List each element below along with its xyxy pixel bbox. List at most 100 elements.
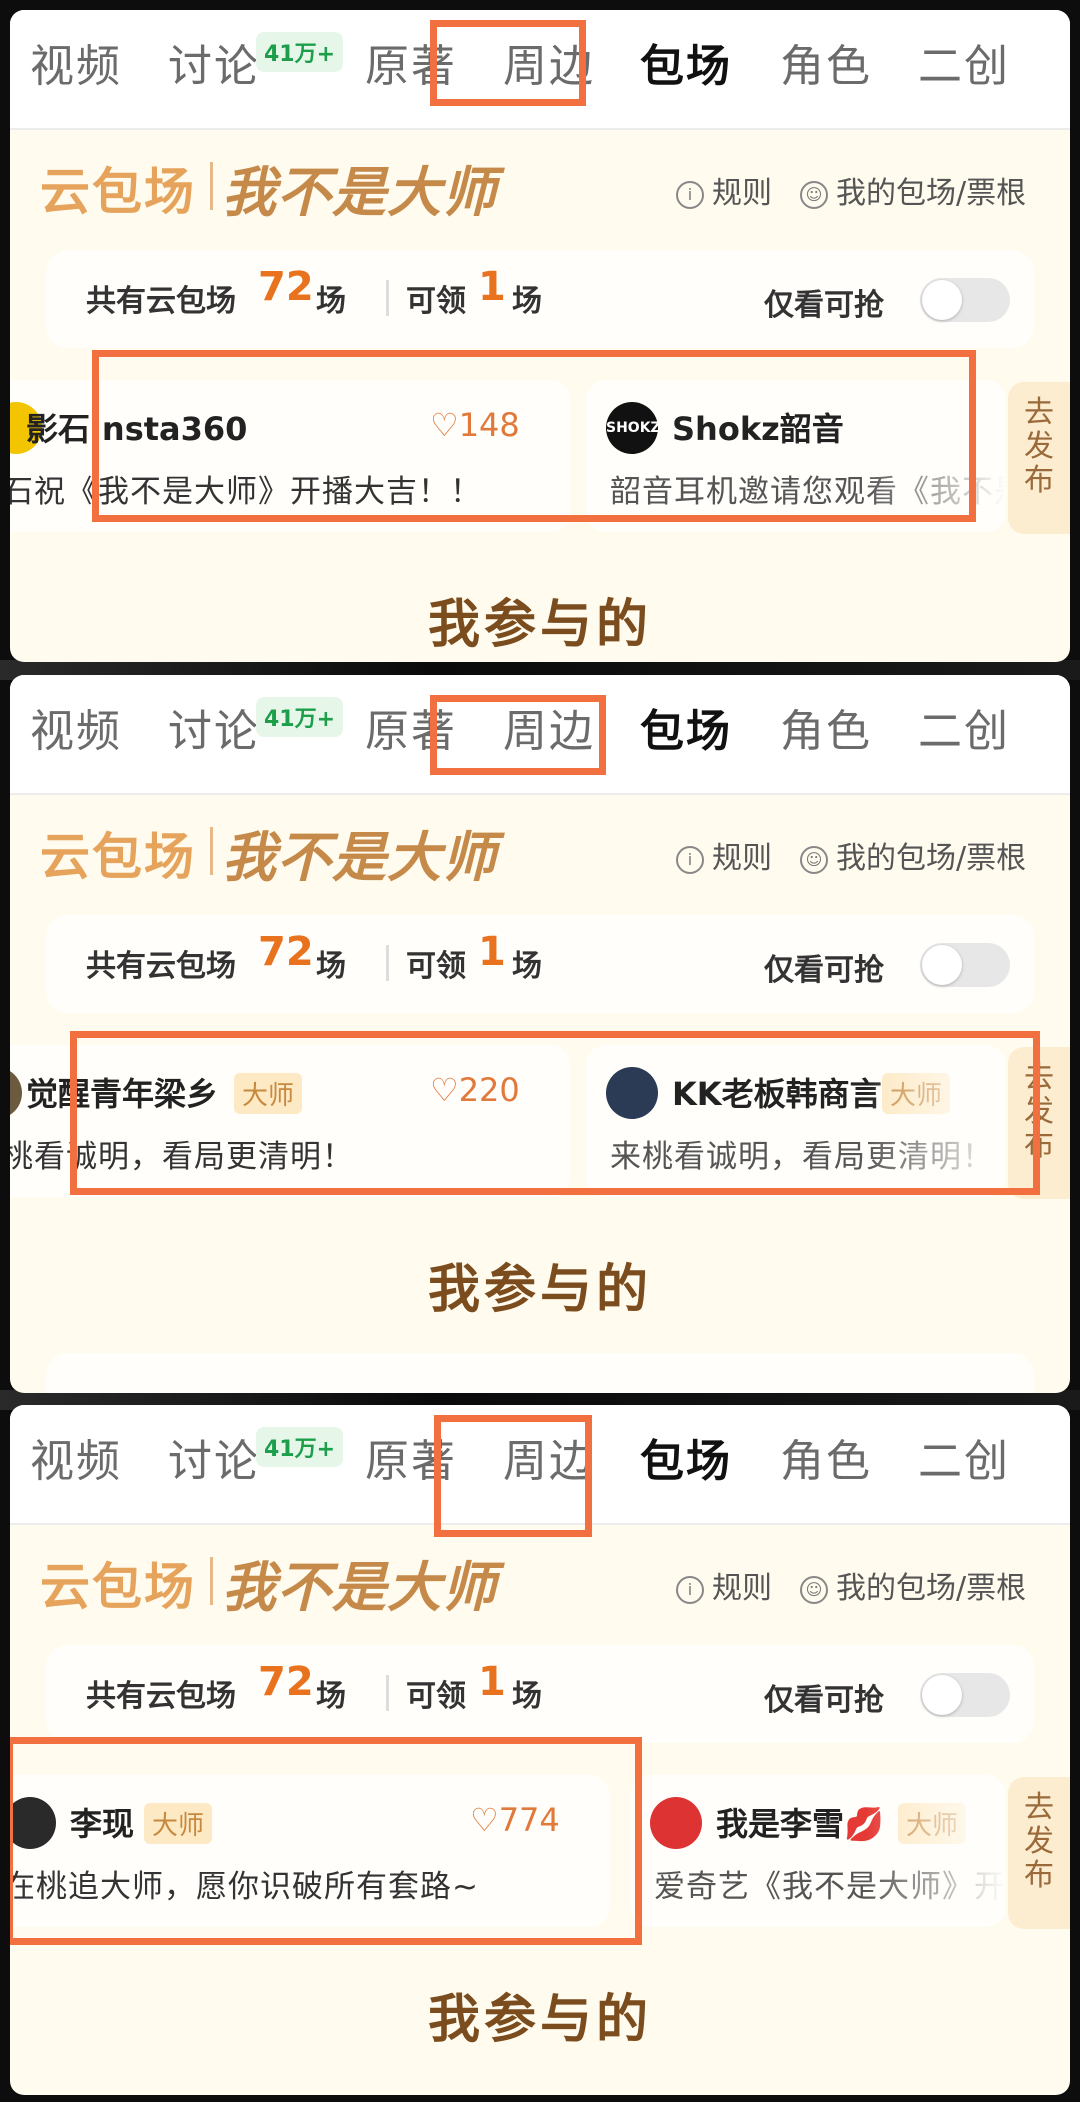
- tab-characters[interactable]: 角色: [780, 1425, 872, 1489]
- my-screenings-link[interactable]: ☺ 我的包场/票根: [800, 168, 1026, 212]
- summary-bar: 共有云包场 72 场 可领 1 场 仅看可抢: [46, 250, 1034, 348]
- tab-characters[interactable]: 角色: [780, 30, 872, 94]
- total-label: 共有云包场: [86, 1679, 236, 1714]
- filter-label: 仅看可抢: [764, 288, 884, 323]
- screenshot-panel-3: 视频 讨论 41万+ 原著 周边 包场 角色 二创 云包场 我不是大师 i 规则 …: [10, 1405, 1070, 2095]
- tab-video[interactable]: 视频: [30, 695, 122, 759]
- claim-unit: 场: [512, 1679, 542, 1714]
- rules-link[interactable]: i 规则: [676, 833, 772, 877]
- card-owner-name: KK老板韩商言: [672, 1075, 882, 1113]
- heart-icon: ♡: [430, 1071, 459, 1109]
- discussion-count-badge: 41万+: [256, 32, 344, 72]
- rules-link[interactable]: i 规则: [676, 168, 772, 212]
- tab-discussion[interactable]: 讨论: [168, 1425, 260, 1489]
- tab-original[interactable]: 原著: [365, 695, 457, 759]
- drama-title-logo: 我不是大师: [222, 160, 497, 224]
- heart-icon: ♡: [470, 1801, 499, 1839]
- card-description: 影石祝《我不是大师》开播大吉！！: [10, 474, 482, 510]
- tab-video[interactable]: 视频: [30, 1425, 122, 1489]
- claim-unit: 场: [512, 284, 542, 319]
- rules-link[interactable]: i 规则: [676, 1563, 772, 1607]
- tab-merch[interactable]: 周边: [503, 695, 595, 759]
- tab-screening[interactable]: 包场: [640, 1425, 732, 1489]
- summary-bar: 共有云包场 72 场 可领 1 场 仅看可抢: [46, 1645, 1034, 1743]
- filter-label: 仅看可抢: [764, 1683, 884, 1718]
- my-screenings-link[interactable]: ☺ 我的包场/票根: [800, 833, 1026, 877]
- my-screenings-label: 我的包场/票根: [836, 841, 1027, 876]
- master-badge: 大师: [234, 1073, 303, 1114]
- tab-original[interactable]: 原著: [365, 1425, 457, 1489]
- avatar: [650, 1797, 702, 1849]
- grabbable-only-toggle[interactable]: [920, 1673, 1010, 1717]
- section-title-participated: 我参与的: [427, 1260, 652, 1320]
- tab-merch[interactable]: 周边: [503, 1425, 595, 1489]
- user-icon: ☺: [800, 1575, 828, 1604]
- tab-discussion[interactable]: 讨论: [168, 30, 260, 94]
- total-count: 72: [258, 264, 314, 310]
- avatar: [10, 1797, 56, 1849]
- summary-divider: [386, 1675, 389, 1711]
- like-count-value: 148: [458, 406, 520, 444]
- screening-card[interactable]: SHOKZ Shokz韶音 韶音耳机邀请您观看《我不是大师》: [586, 380, 1006, 532]
- total-count: 72: [258, 929, 314, 975]
- total-count: 72: [258, 1659, 314, 1705]
- card-description: 在桃追大师，愿你识破所有套路~: [10, 1869, 479, 1905]
- rules-label: 规则: [712, 1571, 772, 1606]
- card-owner-name: 觉醒青年梁乡: [26, 1075, 219, 1113]
- filter-label: 仅看可抢: [764, 953, 884, 988]
- toggle-knob: [922, 945, 962, 985]
- section-title-participated: 我参与的: [427, 1990, 652, 2050]
- tab-screening[interactable]: 包场: [640, 30, 732, 94]
- claim-count: 1: [478, 929, 506, 975]
- tab-merch[interactable]: 周边: [503, 30, 595, 94]
- card-owner-name: 我是李雪💋: [716, 1805, 884, 1843]
- tab-discussion[interactable]: 讨论: [168, 695, 260, 759]
- drama-title-logo: 我不是大师: [222, 825, 497, 889]
- claim-label: 可领: [406, 949, 466, 984]
- rules-label: 规则: [712, 841, 772, 876]
- tab-bar: 视频 讨论 41万+ 原著 周边 包场 角色 二创: [10, 1405, 1070, 1525]
- tab-fan-creations[interactable]: 二创: [918, 695, 1010, 759]
- card-description: 来桃看诚明，看局更清明！: [10, 1139, 354, 1175]
- tab-screening[interactable]: 包场: [640, 695, 732, 759]
- section-title-participated: 我参与的: [427, 595, 652, 655]
- total-unit: 场: [316, 1679, 346, 1714]
- card-fade-overlay: [866, 1045, 1006, 1197]
- screenshot-panel-1: 视频 讨论 41万+ 原著 周边 包场 角色 二创 云包场 我不是大师 i 规则 …: [10, 10, 1070, 662]
- like-count[interactable]: ♡774: [470, 1801, 560, 1839]
- publish-button[interactable]: 去发布: [1008, 1047, 1070, 1199]
- screening-card[interactable]: 觉醒青年梁乡 大师 ♡220 来桃看诚明，看局更清明！: [10, 1045, 570, 1197]
- like-count[interactable]: ♡148: [430, 406, 520, 444]
- grabbable-only-toggle[interactable]: [920, 278, 1010, 322]
- next-card-peek: [46, 1353, 1034, 1393]
- tab-characters[interactable]: 角色: [780, 695, 872, 759]
- claim-count: 1: [478, 1659, 506, 1705]
- tab-video[interactable]: 视频: [30, 30, 122, 94]
- card-owner-name: 影石Insta360: [26, 410, 248, 448]
- discussion-count-badge: 41万+: [256, 1427, 344, 1467]
- brand-divider: [210, 1557, 213, 1605]
- publish-button[interactable]: 去发布: [1008, 382, 1070, 534]
- tab-fan-creations[interactable]: 二创: [918, 1425, 1010, 1489]
- total-label: 共有云包场: [86, 284, 236, 319]
- screening-card[interactable]: KK老板韩商言 大师 来桃看诚明，看局更清明！: [586, 1045, 1006, 1197]
- discussion-count-badge: 41万+: [256, 697, 344, 737]
- brand-divider: [210, 162, 213, 210]
- master-badge: 大师: [144, 1803, 213, 1844]
- tab-original[interactable]: 原著: [365, 30, 457, 94]
- my-screenings-link[interactable]: ☺ 我的包场/票根: [800, 1563, 1026, 1607]
- my-screenings-label: 我的包场/票根: [836, 176, 1027, 211]
- screening-card[interactable]: 影石Insta360 ♡148 影石祝《我不是大师》开播大吉！！: [10, 380, 570, 532]
- publish-button[interactable]: 去发布: [1008, 1777, 1070, 1929]
- screening-card[interactable]: 李现 大师 ♡774 在桃追大师，愿你识破所有套路~: [10, 1775, 610, 1927]
- screening-card[interactable]: 我是李雪💋 大师 爱奇艺《我不是大师》开播大吉: [630, 1775, 1006, 1927]
- brand-logo: 云包场: [40, 827, 196, 886]
- info-icon: i: [676, 1575, 704, 1604]
- card-owner-name: Shokz韶音: [672, 410, 844, 448]
- user-icon: ☺: [800, 180, 828, 209]
- heart-icon: ♡: [430, 406, 459, 444]
- like-count[interactable]: ♡220: [430, 1071, 520, 1109]
- tab-fan-creations[interactable]: 二创: [918, 30, 1010, 94]
- grabbable-only-toggle[interactable]: [920, 943, 1010, 987]
- summary-bar: 共有云包场 72 场 可领 1 场 仅看可抢: [46, 915, 1034, 1013]
